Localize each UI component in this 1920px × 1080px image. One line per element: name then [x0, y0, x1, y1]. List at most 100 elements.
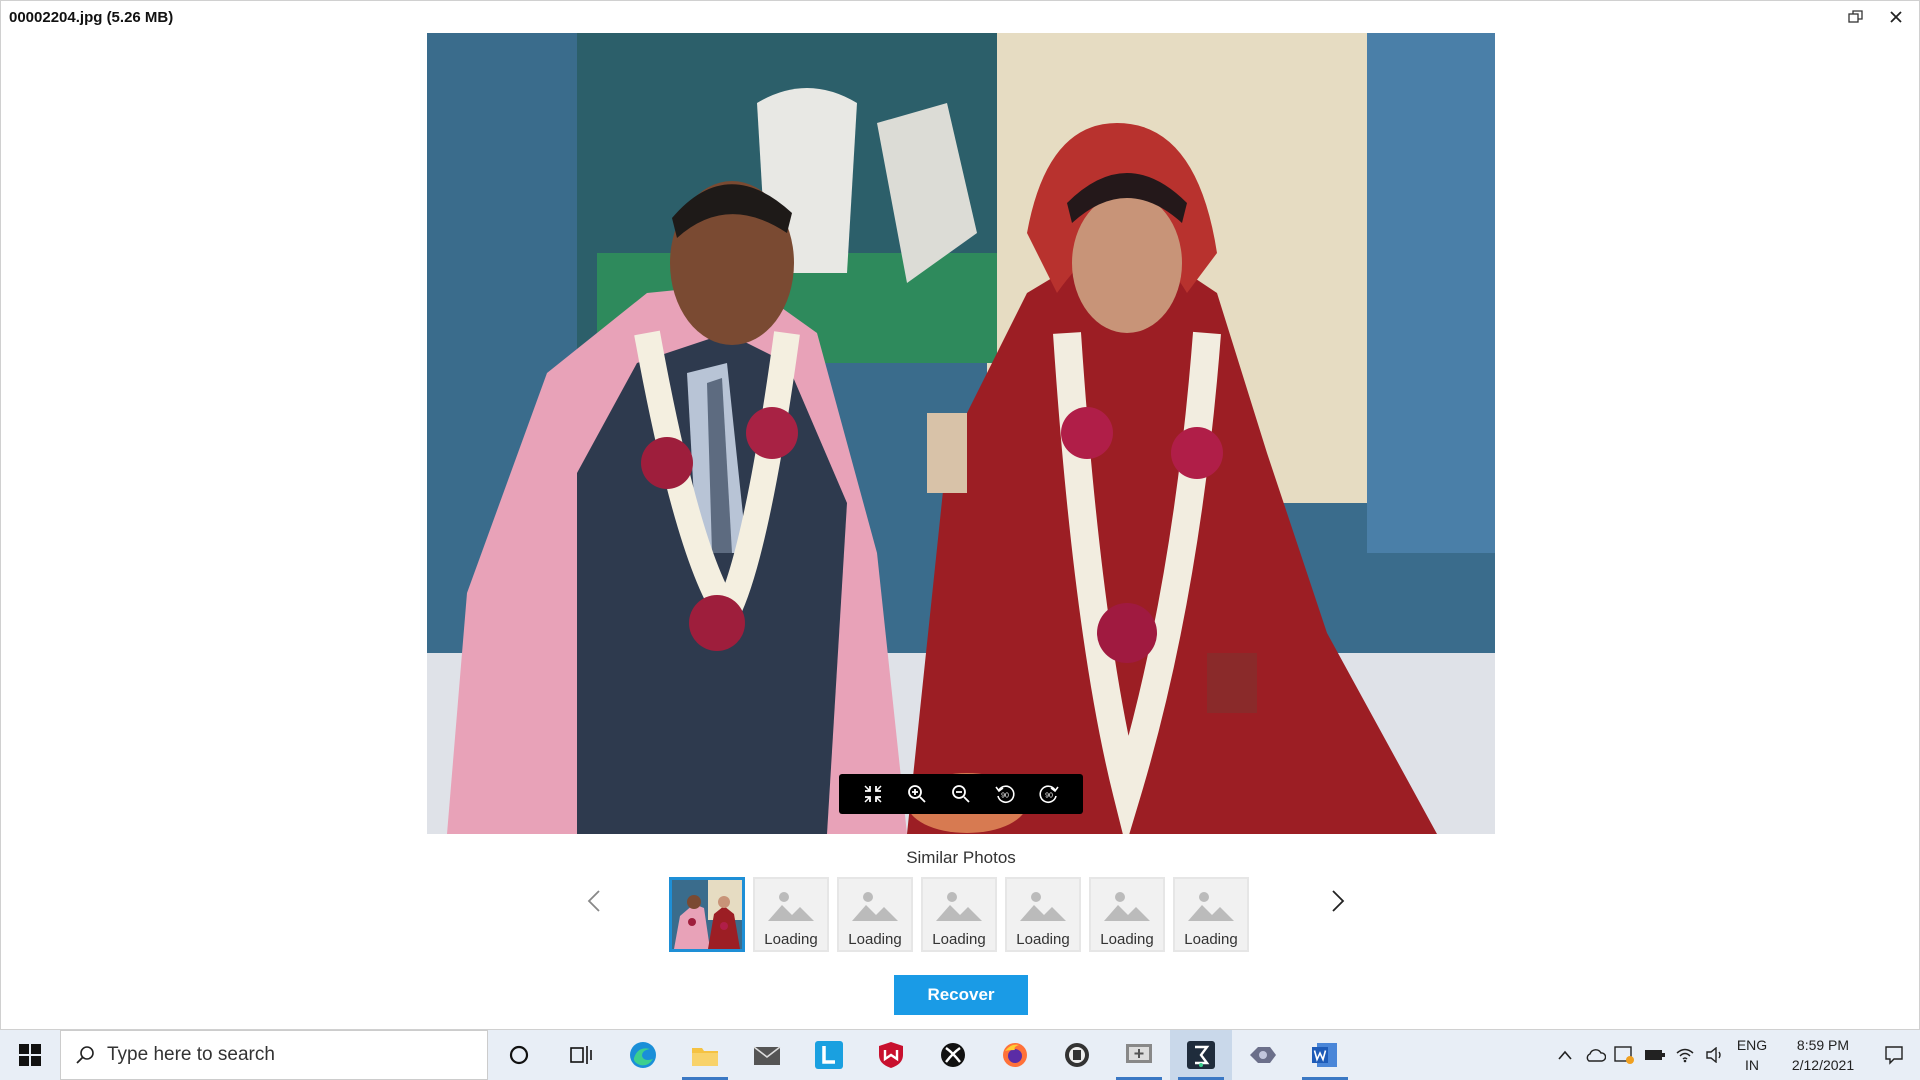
file-explorer-icon [692, 1048, 718, 1066]
rotate-right-90-icon: 90 [1039, 785, 1059, 803]
rotate-left-text: 90 [1001, 793, 1009, 800]
restore-button[interactable] [1843, 5, 1869, 29]
word-button[interactable] [1294, 1030, 1356, 1080]
search-icon [76, 1046, 94, 1064]
show-hidden-icons-button[interactable] [1550, 1030, 1580, 1080]
game-app-icon [1250, 1047, 1276, 1063]
screen-app-button[interactable] [1108, 1030, 1170, 1080]
rotate-left-90-icon: 90 [995, 785, 1015, 803]
screen-app-icon [1126, 1044, 1152, 1063]
taskbar: Type here to search ENG IN 8:59 PM 2/12/… [0, 1030, 1920, 1080]
window-title: 00002204.jpg (5.26 MB) [9, 8, 174, 26]
xbox-button[interactable] [922, 1030, 984, 1080]
file-explorer-button[interactable] [674, 1030, 736, 1080]
rotate-right-button[interactable]: 90 [1035, 780, 1063, 808]
viewer-toolbar: 90 90 [839, 774, 1083, 814]
close-icon [1890, 11, 1902, 23]
onedrive-button[interactable] [1580, 1030, 1610, 1080]
start-button[interactable] [0, 1030, 60, 1080]
exit-fullscreen-button[interactable] [859, 780, 887, 808]
thumbnail-loading[interactable]: Loading [753, 877, 829, 952]
photo-preview-window: 00002204.jpg (5.26 MB) 90 90 Similar Pho… [0, 0, 1920, 1030]
recovery-app-button[interactable] [1170, 1030, 1232, 1080]
thumbnail-caption: Loading [848, 931, 902, 948]
clock-time: 8:59 PM [1796, 1037, 1850, 1053]
mcafee-button[interactable] [860, 1030, 922, 1080]
thumbnail-loading[interactable]: Loading [1005, 877, 1081, 952]
notifications-button[interactable] [1868, 1030, 1920, 1080]
zoom-in-button[interactable] [903, 780, 931, 808]
rotate-right-text: 90 [1045, 793, 1053, 800]
image-placeholder-icon [768, 892, 814, 921]
battery-icon [1645, 1050, 1665, 1060]
edge-icon [630, 1042, 656, 1068]
zoom-in-icon [908, 785, 926, 803]
clock-button[interactable]: 8:59 PM 2/12/2021 [1778, 1035, 1868, 1075]
game-app-button[interactable] [1232, 1030, 1294, 1080]
zoom-out-icon [952, 785, 970, 803]
windows-logo-icon [19, 1044, 41, 1066]
image-placeholder-icon [1020, 892, 1066, 921]
cortana-icon [509, 1045, 529, 1065]
image-placeholder-icon [1104, 892, 1150, 921]
thumbnail-caption: Loading [932, 931, 986, 948]
thumbnail-loading[interactable]: Loading [1089, 877, 1165, 952]
network-button[interactable] [1670, 1030, 1700, 1080]
task-view-button[interactable] [550, 1030, 612, 1080]
security-tray-button[interactable] [1610, 1030, 1640, 1080]
speaker-icon [1706, 1047, 1721, 1063]
chevron-left-icon [587, 890, 600, 912]
close-button[interactable] [1883, 5, 1909, 29]
chevron-right-icon [1332, 890, 1345, 912]
rotate-left-button[interactable]: 90 [991, 780, 1019, 808]
similar-photos-label: Similar Photos [906, 848, 1016, 867]
thumbnail-caption: Loading [1184, 931, 1238, 948]
zoom-out-button[interactable] [947, 780, 975, 808]
title-bar: 00002204.jpg (5.26 MB) [1, 1, 1919, 33]
recovery-app-icon [1187, 1041, 1215, 1069]
input-language-button[interactable]: ENG IN [1730, 1035, 1774, 1075]
thumbnail-caption: Loading [764, 931, 818, 948]
volume-button[interactable] [1700, 1030, 1730, 1080]
thumbnail-caption: Loading [1016, 931, 1070, 948]
recover-button[interactable]: Recover [894, 975, 1028, 1015]
search-placeholder: Type here to search [107, 1044, 275, 1065]
thumbnail-caption: Loading [1100, 931, 1154, 948]
notification-icon [1885, 1046, 1903, 1065]
taskbar-search[interactable]: Type here to search [60, 1030, 488, 1080]
xbox-icon [941, 1043, 965, 1067]
word-icon [1312, 1043, 1337, 1067]
thumbnail-loading[interactable]: Loading [921, 877, 997, 952]
edge-button[interactable] [612, 1030, 674, 1080]
image-placeholder-icon [1188, 892, 1234, 921]
system-tray: ENG IN 8:59 PM 2/12/2021 [1550, 1030, 1920, 1080]
firefox-button[interactable] [984, 1030, 1046, 1080]
next-photo-button[interactable] [1323, 881, 1353, 921]
similar-photos-strip: Loading Loading Loading Loading Loading … [669, 877, 1249, 952]
thumbnail-image [672, 880, 742, 949]
l-app-button[interactable] [798, 1030, 860, 1080]
exit-fullscreen-icon [864, 785, 882, 803]
cloud-icon [1586, 1049, 1606, 1062]
thumbnail-selected[interactable] [669, 877, 745, 952]
firefox-icon [1003, 1043, 1027, 1067]
mcafee-icon [879, 1042, 903, 1068]
cortana-button[interactable] [488, 1030, 550, 1080]
image-placeholder-icon [936, 892, 982, 921]
image-placeholder-icon [852, 892, 898, 921]
prev-photo-button[interactable] [579, 881, 609, 921]
thumbnail-loading[interactable]: Loading [837, 877, 913, 952]
wifi-icon [1676, 1048, 1694, 1063]
clock-date: 2/12/2021 [1791, 1057, 1855, 1073]
l-app-icon [815, 1041, 843, 1069]
main-photo [427, 33, 1495, 834]
battery-button[interactable] [1640, 1030, 1670, 1080]
task-view-icon [570, 1046, 592, 1064]
app-gear-button[interactable] [1046, 1030, 1108, 1080]
app-gear-icon [1065, 1043, 1089, 1067]
lang-region: IN [1745, 1057, 1759, 1073]
restore-icon [1848, 10, 1863, 23]
thumbnail-loading[interactable]: Loading [1173, 877, 1249, 952]
security-alert-icon [1614, 1046, 1634, 1064]
mail-button[interactable] [736, 1030, 798, 1080]
